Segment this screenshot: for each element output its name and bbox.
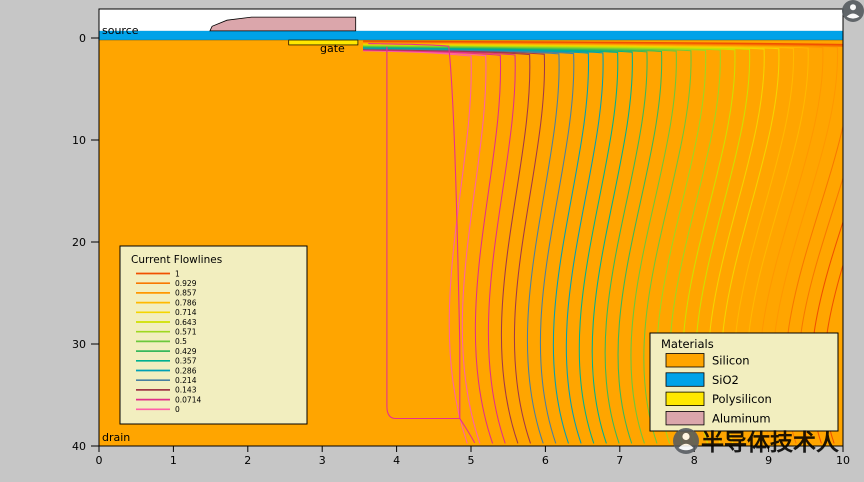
watermark-top-right: [842, 0, 864, 22]
watermark-logo-head: [682, 433, 689, 440]
flowlines-legend-value: 0.571: [175, 328, 197, 337]
y-tick-label: 20: [72, 236, 86, 249]
materials-legend-swatch: [666, 373, 704, 387]
x-tick-label: 7: [616, 454, 623, 467]
source-label: source: [102, 24, 139, 37]
x-tick-label: 1: [170, 454, 177, 467]
x-tick-label: 5: [468, 454, 475, 467]
flowlines-legend-value: 0.714: [175, 308, 197, 317]
x-tick-label: 2: [244, 454, 251, 467]
flowlines-legend-value: 0: [175, 405, 180, 414]
x-tick-label: 3: [319, 454, 326, 467]
x-tick-label: 4: [393, 454, 400, 467]
y-tick-label: 10: [72, 134, 86, 147]
y-tick-label: 40: [72, 440, 86, 453]
materials-legend-swatch: [666, 392, 704, 406]
materials-legend-label: SiO2: [712, 373, 739, 387]
materials-legend-swatch: [666, 411, 704, 425]
materials-legend-label: Silicon: [712, 354, 750, 368]
flowlines-legend-value: 0.286: [175, 366, 197, 375]
flowline-plot: 012345678910010203040 Current Flowlines1…: [0, 0, 864, 482]
flowlines-legend: Current Flowlines10.9290.8570.7860.7140.…: [120, 246, 307, 424]
region-oxide-layer: [99, 31, 843, 40]
flowlines-legend-value: 0.643: [175, 318, 197, 327]
materials-legend: Materials Silicon SiO2 Polysilicon Aluminum: [650, 333, 838, 431]
watermark-logo-icon: [842, 0, 864, 22]
flowlines-legend-value: 1: [175, 269, 180, 278]
flowlines-legend-value: 0.929: [175, 279, 197, 288]
materials-legend-label: Polysilicon: [712, 392, 772, 406]
watermark-logo-head: [850, 4, 856, 10]
flowlines-legend-value: 0.214: [175, 376, 197, 385]
flowlines-legend-value: 0.143: [175, 386, 197, 395]
flowlines-legend-value: 0.5: [175, 337, 187, 346]
materials-legend-swatch: [666, 354, 704, 368]
region-ambient: [99, 9, 843, 31]
materials-legend-title: Materials: [661, 337, 714, 351]
flowlines-legend-value: 0.429: [175, 347, 197, 356]
materials-legend-label: Aluminum: [712, 411, 771, 425]
x-tick-label: 8: [691, 454, 698, 467]
gate-label: gate: [320, 42, 345, 55]
flowlines-legend-value: 0.857: [175, 289, 197, 298]
drain-label: drain: [102, 431, 130, 444]
y-tick-label: 30: [72, 338, 86, 351]
x-tick-label: 6: [542, 454, 549, 467]
flowlines-legend-title: Current Flowlines: [131, 254, 222, 266]
flowlines-legend-value: 0.0714: [175, 395, 201, 404]
flowlines-legend-value: 0.357: [175, 357, 197, 366]
tcad-plot-window: 012345678910010203040 Current Flowlines1…: [0, 0, 864, 482]
flowlines-legend-value: 0.786: [175, 298, 197, 307]
x-tick-label: 0: [96, 454, 103, 467]
watermark-text: 半导体技术人: [701, 430, 840, 456]
y-tick-label: 0: [79, 32, 86, 45]
